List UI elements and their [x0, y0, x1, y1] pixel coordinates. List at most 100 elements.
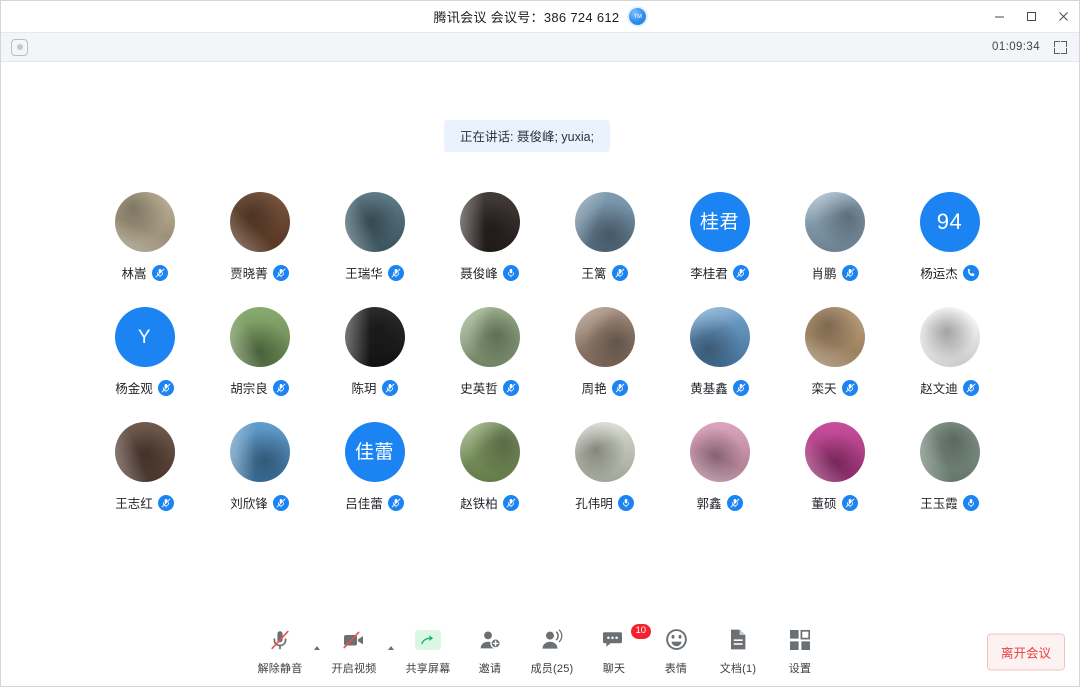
- settings-button[interactable]: 设置: [769, 627, 831, 678]
- document-icon: [728, 627, 748, 653]
- participant-tile[interactable]: 肖鹏: [777, 190, 892, 305]
- unmute-button[interactable]: 解除静音: [249, 627, 311, 678]
- microphone-muted-icon: [157, 379, 174, 396]
- participant-tile[interactable]: 黄基鑫: [662, 305, 777, 420]
- participant-tile[interactable]: 栾天: [777, 305, 892, 420]
- avatar-photo: [344, 192, 405, 252]
- participant-tile[interactable]: 桂君李桂君: [662, 190, 777, 305]
- participant-tile[interactable]: 佳蕾 吕佳蕾: [317, 420, 432, 535]
- avatar-photo: [344, 307, 405, 367]
- invite-user-icon: [478, 627, 502, 653]
- participant-name: 栾天: [811, 382, 837, 396]
- leave-meeting-button[interactable]: 离开会议: [986, 633, 1065, 671]
- participant-tile[interactable]: 周艳: [547, 305, 662, 420]
- invite-button[interactable]: 邀请: [459, 627, 521, 678]
- chat-label: 聊天: [602, 662, 626, 675]
- participant-tile[interactable]: 孔伟明: [547, 420, 662, 535]
- participant-tile[interactable]: 王志红: [87, 420, 202, 535]
- participant-name-row: 李桂君: [690, 263, 749, 282]
- camera-off-icon: [341, 627, 367, 653]
- microphone-muted-icon: [732, 264, 749, 281]
- apps-grid-icon: [789, 627, 811, 653]
- microphone-muted-icon: [272, 379, 289, 396]
- participant-tile[interactable]: 林嵩: [87, 190, 202, 305]
- participant-tile[interactable]: 胡宗良: [202, 305, 317, 420]
- avatar: [459, 192, 520, 252]
- participant-tile[interactable]: 赵铁柏: [432, 420, 547, 535]
- fullscreen-icon[interactable]: [1054, 40, 1067, 54]
- participant-name-row: 贾晓菁: [230, 263, 289, 282]
- record-status-icon[interactable]: [11, 38, 28, 56]
- share-screen-icon: [415, 627, 441, 653]
- avatar: [574, 192, 635, 252]
- participant-tile[interactable]: 王玉霞: [892, 420, 1007, 535]
- participant-name: 郭鑫: [696, 497, 722, 511]
- participant-tile[interactable]: 王篱: [547, 190, 662, 305]
- members-button[interactable]: 成员(25): [521, 627, 583, 678]
- maximize-button[interactable]: [1015, 1, 1047, 32]
- microphone-active-icon: [962, 494, 979, 511]
- avatar-initials: Y: [137, 326, 152, 348]
- video-stage: 正在讲话: 聂俊峰; yuxia; 林嵩 贾晓菁 王瑞华 聂俊峰 王篱 桂君 李桂君 肖鹏 94…: [1, 62, 1079, 618]
- participant-name: 贾晓菁: [230, 267, 268, 281]
- meeting-window: 腾讯会议 会议号：386 724 612 ᴛᴍ 01:09:34 正在讲话: 聂…: [0, 0, 1080, 687]
- participant-name: 赵铁柏: [460, 497, 498, 511]
- close-button[interactable]: [1047, 1, 1079, 32]
- participant-name-row: 周艳: [581, 378, 628, 397]
- members-icon: [540, 627, 564, 653]
- avatar-photo: [229, 422, 290, 482]
- emoji-label: 表情: [664, 662, 688, 675]
- participant-name-row: 孔伟明: [575, 493, 634, 512]
- microphone-muted-icon: [272, 264, 289, 281]
- participant-tile[interactable]: 王瑞华: [317, 190, 432, 305]
- participant-tile[interactable]: 94 杨运杰: [892, 190, 1007, 305]
- participant-tile[interactable]: 董硕: [777, 420, 892, 535]
- participant-name-row: 黄基鑫: [690, 378, 749, 397]
- participant-name: 史英哲: [460, 382, 498, 396]
- chat-button[interactable]: 10 聊天: [583, 622, 652, 678]
- documents-button[interactable]: 文档(1): [707, 627, 769, 678]
- avatar: [574, 422, 635, 482]
- avatar-photo: [574, 192, 635, 252]
- audio-options-chevron-up-icon[interactable]: [311, 635, 323, 661]
- participant-name-row: 王志红: [115, 493, 174, 512]
- avatar: [804, 307, 865, 367]
- participant-tile[interactable]: 贾晓菁: [202, 190, 317, 305]
- participant-tile[interactable]: 史英哲: [432, 305, 547, 420]
- participant-name-row: 吕佳蕾: [345, 493, 404, 512]
- avatar: 桂君: [689, 192, 750, 252]
- participant-tile[interactable]: Y 杨金观: [87, 305, 202, 420]
- participant-tile[interactable]: 赵文迪: [892, 305, 1007, 420]
- avatar-initials: 桂君: [699, 211, 739, 233]
- participant-tile[interactable]: 陈玥: [317, 305, 432, 420]
- meeting-timer: 01:09:34: [992, 41, 1040, 53]
- share-screen-button[interactable]: 共享屏幕: [397, 627, 459, 678]
- avatar-photo: [574, 307, 635, 367]
- start-video-button[interactable]: 开启视频: [323, 627, 385, 678]
- window-controls: [983, 1, 1079, 32]
- avatar-photo: [804, 422, 865, 482]
- documents-label: 文档(1): [719, 662, 757, 675]
- chat-icon: 10: [602, 622, 652, 653]
- participant-name: 李桂君: [690, 267, 728, 281]
- participant-tile[interactable]: 郭鑫: [662, 420, 777, 535]
- microphone-muted-icon: [387, 494, 404, 511]
- avatar: [919, 307, 980, 367]
- microphone-active-icon: [502, 264, 519, 281]
- page-title: 腾讯会议 会议号：386 724 612: [433, 10, 620, 25]
- minimize-button[interactable]: [983, 1, 1015, 32]
- avatar: [689, 422, 750, 482]
- participant-tile[interactable]: 刘欣锋: [202, 420, 317, 535]
- avatar-photo: [114, 422, 175, 482]
- participant-name: 陈玥: [351, 382, 377, 396]
- video-options-chevron-up-icon[interactable]: [385, 635, 397, 661]
- participant-tile[interactable]: 聂俊峰: [432, 190, 547, 305]
- microphone-muted-icon: [381, 379, 398, 396]
- microphone-muted-icon: [157, 494, 174, 511]
- emoji-button[interactable]: 表情: [645, 627, 707, 678]
- microphone-muted-icon: [272, 494, 289, 511]
- participant-name: 刘欣锋: [230, 497, 268, 511]
- avatar: [919, 422, 980, 482]
- microphone-muted-icon: [732, 379, 749, 396]
- participant-name: 孔伟明: [575, 497, 613, 511]
